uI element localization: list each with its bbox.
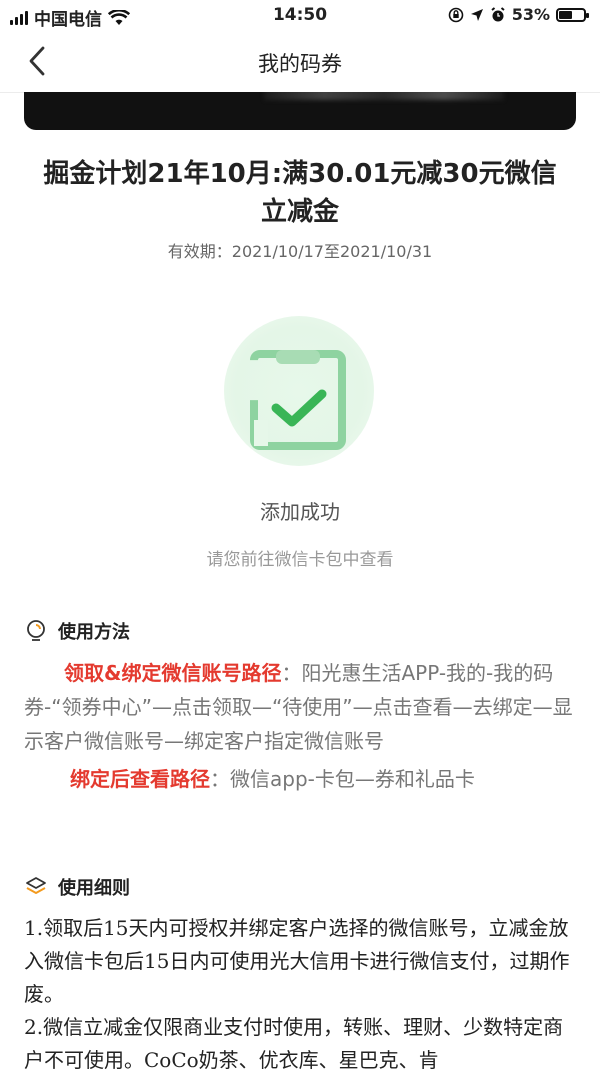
path1-label: 领取&绑定微信账号路径 bbox=[64, 661, 282, 685]
alarm-icon bbox=[491, 6, 505, 21]
status-bar: 中国电信 14:50 53% bbox=[0, 0, 600, 30]
success-message: 添加成功 bbox=[260, 500, 340, 524]
usage-rules-title: 使用细则 bbox=[58, 878, 130, 899]
wechat-hint: 请您前往微信卡包中查看 bbox=[206, 550, 394, 570]
rule-item: 2.微信立减金仅限商业支付时使用，转账、理财、少数特定商户不可使用。CoCo奶茶… bbox=[24, 1015, 564, 1072]
coupon-title: 掘金计划21年10月:满30.01元减30元微信立减金 bbox=[43, 159, 557, 227]
path2-label: 绑定后查看路径 bbox=[70, 767, 210, 791]
layers-icon bbox=[26, 877, 46, 894]
usage-method-text: 领取&绑定微信账号路径：阳光惠生活APP-我的-我的码券-“领券中心”—点击领取… bbox=[24, 656, 574, 796]
usage-rules-heading: 使用细则 bbox=[24, 874, 130, 900]
path2-text: ：微信app-卡包—券和礼品卡 bbox=[210, 767, 475, 791]
battery-icon bbox=[556, 7, 589, 22]
location-icon bbox=[470, 8, 483, 21]
usage-rules-list: 1.领取后15天内可授权并绑定客户选择的微信账号，立减金放入微信卡包后15日内可… bbox=[24, 912, 580, 1077]
usage-method-heading: 使用方法 bbox=[24, 618, 130, 644]
success-clipboard-icon bbox=[224, 316, 374, 466]
rule-item: 1.领取后15天内可授权并绑定客户选择的微信账号，立减金放入微信卡包后15日内可… bbox=[24, 916, 570, 1006]
battery-percent: 53% bbox=[511, 5, 550, 24]
usage-method-title: 使用方法 bbox=[58, 622, 130, 643]
page-title: 我的码券 bbox=[258, 52, 342, 76]
coupon-validity: 有效期：2021/10/17至2021/10/31 bbox=[167, 242, 433, 261]
lock-rotation-icon bbox=[448, 7, 464, 22]
lightbulb-icon bbox=[27, 620, 45, 641]
coupon-banner-image bbox=[24, 92, 576, 130]
navigation-bar: 我的码券 bbox=[0, 30, 600, 93]
